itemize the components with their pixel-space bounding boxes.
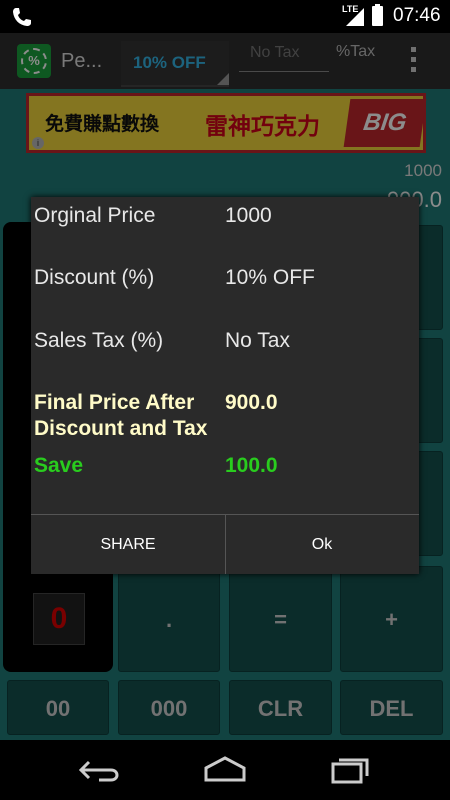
share-button[interactable]: SHARE (31, 515, 225, 574)
home-icon[interactable] (200, 754, 250, 786)
back-icon[interactable] (75, 754, 125, 786)
original-price-label: Orginal Price (34, 204, 156, 227)
discount-value: 10% OFF (225, 266, 315, 289)
battery-icon (372, 4, 383, 26)
sales-tax-label: Sales Tax (%) (34, 329, 164, 352)
final-price-label-line2: Discount and Tax (34, 417, 208, 440)
navigation-bar (0, 740, 450, 800)
result-dialog: Orginal Price 1000 Discount (%) 10% OFF … (31, 197, 419, 574)
status-bar: LTE 07:46 (0, 0, 450, 33)
signal-icon (346, 8, 364, 26)
final-price-label: Final Price After Discount and Tax (34, 390, 207, 442)
save-label: Save (34, 454, 84, 477)
original-price-value: 1000 (225, 204, 272, 227)
discount-label: Discount (%) (34, 266, 155, 289)
clock: 07:46 (393, 5, 441, 26)
ok-button[interactable]: Ok (225, 515, 419, 574)
sales-tax-value: No Tax (225, 329, 290, 352)
phone-icon (13, 8, 31, 26)
save-value: 100.0 (225, 454, 278, 477)
recents-icon[interactable] (325, 754, 375, 786)
final-price-value: 900.0 (225, 391, 278, 414)
final-price-label-line1: Final Price After (34, 391, 195, 414)
